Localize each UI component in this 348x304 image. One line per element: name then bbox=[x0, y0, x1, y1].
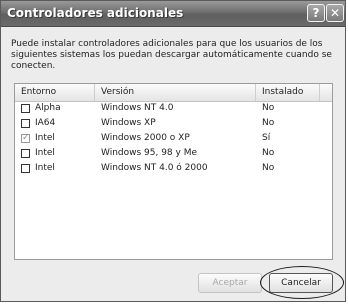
additional-drivers-dialog: Controladores adicionales ? ✕ Puede inst… bbox=[0, 0, 346, 302]
cell-version: Windows 95, 98 y Me bbox=[101, 148, 198, 158]
cell-instalado: Sí bbox=[262, 133, 271, 143]
row-checkbox[interactable] bbox=[21, 119, 30, 128]
row-checkbox[interactable] bbox=[21, 104, 30, 113]
cell-instalado: No bbox=[262, 103, 275, 113]
list-header: Entorno Versión Instalado bbox=[15, 84, 332, 102]
list-row[interactable]: Intel Windows NT 4.0 ó 2000 No bbox=[15, 162, 332, 177]
help-icon: ? bbox=[312, 6, 320, 20]
row-checkbox[interactable] bbox=[21, 132, 30, 144]
cell-version: Windows 2000 o XP bbox=[101, 133, 190, 143]
accept-button[interactable]: Aceptar bbox=[198, 273, 262, 293]
intro-text: Puede instalar controladores adicionales… bbox=[11, 39, 332, 71]
help-button[interactable]: ? bbox=[307, 4, 325, 22]
cell-entorno: IA64 bbox=[35, 118, 56, 128]
list-row[interactable]: Alpha Windows NT 4.0 No bbox=[15, 102, 332, 117]
cell-entorno: Alpha bbox=[35, 103, 61, 113]
list-row[interactable]: IA64 Windows XP No bbox=[15, 117, 332, 132]
cell-instalado: No bbox=[262, 118, 275, 128]
cell-instalado: No bbox=[262, 148, 275, 158]
row-checkbox[interactable] bbox=[21, 149, 30, 158]
cell-instalado: No bbox=[262, 163, 275, 173]
list-row[interactable]: Intel Windows 2000 o XP Sí bbox=[15, 132, 332, 147]
cell-entorno: Intel bbox=[35, 133, 55, 143]
cell-version: Windows NT 4.0 ó 2000 bbox=[101, 163, 208, 173]
close-icon: ✕ bbox=[329, 6, 341, 20]
dialog-title: Controladores adicionales bbox=[7, 6, 184, 20]
column-header-instalado[interactable]: Instalado bbox=[256, 84, 320, 101]
highlight-annotation bbox=[260, 266, 344, 299]
drivers-list[interactable]: Entorno Versión Instalado Alpha Windows … bbox=[14, 83, 333, 260]
title-bar[interactable]: Controladores adicionales ? ✕ bbox=[1, 1, 345, 27]
list-row[interactable]: Intel Windows 95, 98 y Me No bbox=[15, 147, 332, 162]
column-header-version[interactable]: Versión bbox=[95, 84, 256, 101]
column-header-entorno[interactable]: Entorno bbox=[15, 84, 95, 101]
cell-version: Windows XP bbox=[101, 118, 156, 128]
cell-entorno: Intel bbox=[35, 163, 55, 173]
close-button[interactable]: ✕ bbox=[326, 4, 344, 22]
row-checkbox[interactable] bbox=[21, 164, 30, 173]
cell-version: Windows NT 4.0 bbox=[101, 103, 174, 113]
cell-entorno: Intel bbox=[35, 148, 55, 158]
